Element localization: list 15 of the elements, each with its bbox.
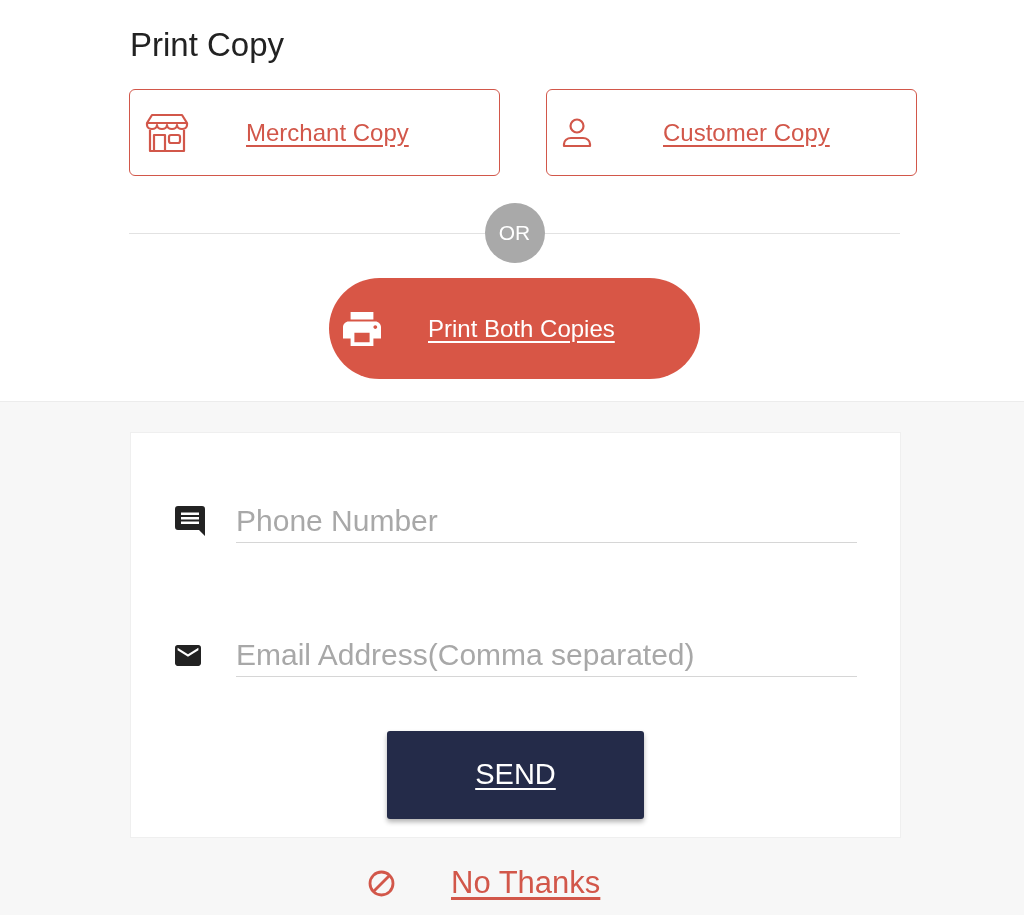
customer-copy-button[interactable]: Customer Copy (546, 89, 917, 176)
printer-icon (343, 310, 381, 347)
storefront-icon (145, 112, 189, 153)
or-label: OR (484, 203, 545, 263)
send-button[interactable]: SEND (387, 731, 644, 819)
merchant-copy-button[interactable]: Merchant Copy (129, 89, 500, 176)
print-both-copies-button[interactable]: Print Both Copies (329, 278, 700, 379)
mail-icon (175, 644, 201, 666)
no-thanks-button[interactable]: No Thanks (368, 860, 601, 906)
person-icon (562, 117, 592, 148)
page-title: Print Copy (130, 25, 285, 65)
prohibited-icon (368, 869, 395, 897)
email-address-field[interactable]: Email Address(Comma separated) (236, 633, 857, 677)
message-icon (175, 506, 205, 536)
phone-number-field[interactable]: Phone Number (236, 499, 857, 543)
